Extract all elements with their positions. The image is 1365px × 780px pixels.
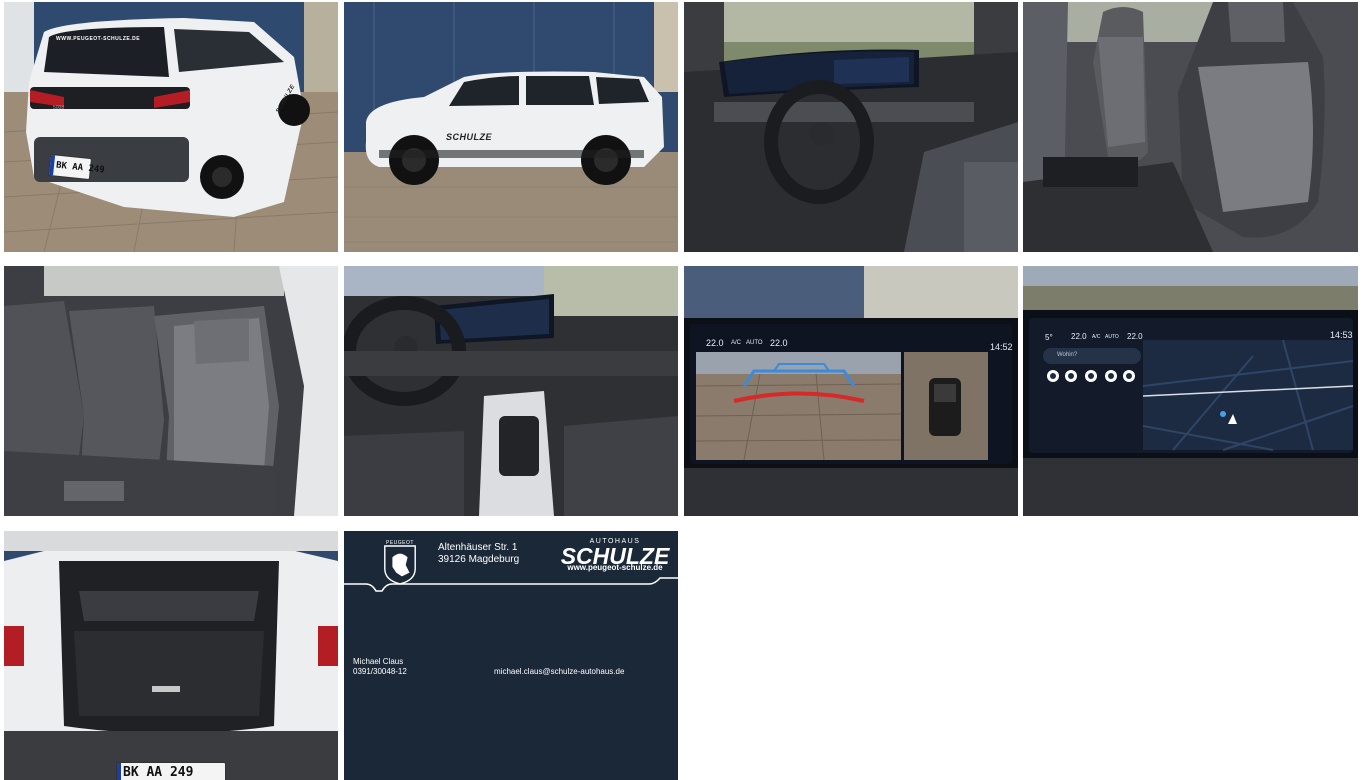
- navigation-display-image: [1023, 266, 1358, 516]
- front-seats-image: [1023, 2, 1358, 252]
- climate-temp-left: 22.0: [1071, 332, 1087, 341]
- dealer-street: Altenhäuser Str. 1: [438, 542, 518, 553]
- contact-email[interactable]: michael.claus@schulze-autohaus.de: [494, 667, 624, 676]
- clock: 14:52: [990, 342, 1013, 352]
- photo-front-seats[interactable]: [1023, 2, 1358, 252]
- contact-name: Michael Claus: [353, 657, 404, 666]
- climate-temp-right: 22.0: [1127, 332, 1143, 341]
- window-sticker: WWW.PEUGEOT-SCHULZE.DE: [56, 36, 141, 42]
- dealer-contact-card[interactable]: PEUGEOT Altenhäuser Str. 1 39126 Magdebu…: [344, 531, 678, 780]
- climate-auto: AUTO: [1105, 334, 1119, 340]
- climate-temp-right: 22.0: [770, 338, 788, 348]
- door-sticker: SCHULZE: [446, 132, 492, 142]
- photo-dashboard[interactable]: [344, 266, 678, 516]
- license-plate: BK AA 249: [116, 762, 226, 780]
- clock: 14:53: [1330, 330, 1353, 340]
- dealer-address: Altenhäuser Str. 1 39126 Magdeburg: [438, 542, 519, 566]
- rear-exterior-image: 5008: [4, 2, 338, 252]
- photo-rear-exterior[interactable]: 5008 BK AA 249 WWW.PEUGEOT-SCHULZE.DE SC…: [4, 2, 338, 252]
- search-input: Wohin?: [1057, 352, 1078, 358]
- photo-rear-seats[interactable]: [4, 266, 338, 516]
- photo-camera-display[interactable]: 22.0 A/C AUTO 22.0 14:52: [684, 266, 1018, 516]
- peugeot-lion-icon: [384, 545, 416, 585]
- trunk-image: [4, 531, 338, 780]
- contact-phone[interactable]: 0391/30048-12: [353, 667, 407, 677]
- dashboard-image: [344, 266, 678, 516]
- cockpit-image: [684, 2, 1018, 252]
- contact-person: Michael Claus 0391/30048-12: [353, 657, 407, 677]
- rear-seats-image: [4, 266, 338, 516]
- photo-trunk[interactable]: BK AA 249: [4, 531, 338, 780]
- photo-cockpit[interactable]: [684, 2, 1018, 252]
- camera-display-image: [684, 266, 1018, 516]
- side-exterior-image: [344, 2, 678, 252]
- climate-ac: A/C: [731, 340, 742, 346]
- photo-navigation-display[interactable]: 5° 22.0 A/C AUTO 22.0 14:53 Wohin?: [1023, 266, 1358, 516]
- photo-side-exterior[interactable]: SCHULZE: [344, 2, 678, 252]
- peugeot-brand-label: PEUGEOT: [386, 540, 414, 546]
- climate-auto: AUTO: [746, 340, 763, 346]
- outside-temperature: 5°: [1045, 333, 1053, 342]
- climate-ac: A/C: [1092, 334, 1101, 340]
- climate-temp-left: 22.0: [706, 338, 724, 348]
- dealer-website[interactable]: www.peugeot-schulze.de: [558, 563, 672, 572]
- svg-text:5008: 5008: [53, 105, 64, 111]
- license-plate: BK AA 249: [47, 153, 105, 181]
- dealer-city: 39126 Magdeburg: [438, 554, 520, 565]
